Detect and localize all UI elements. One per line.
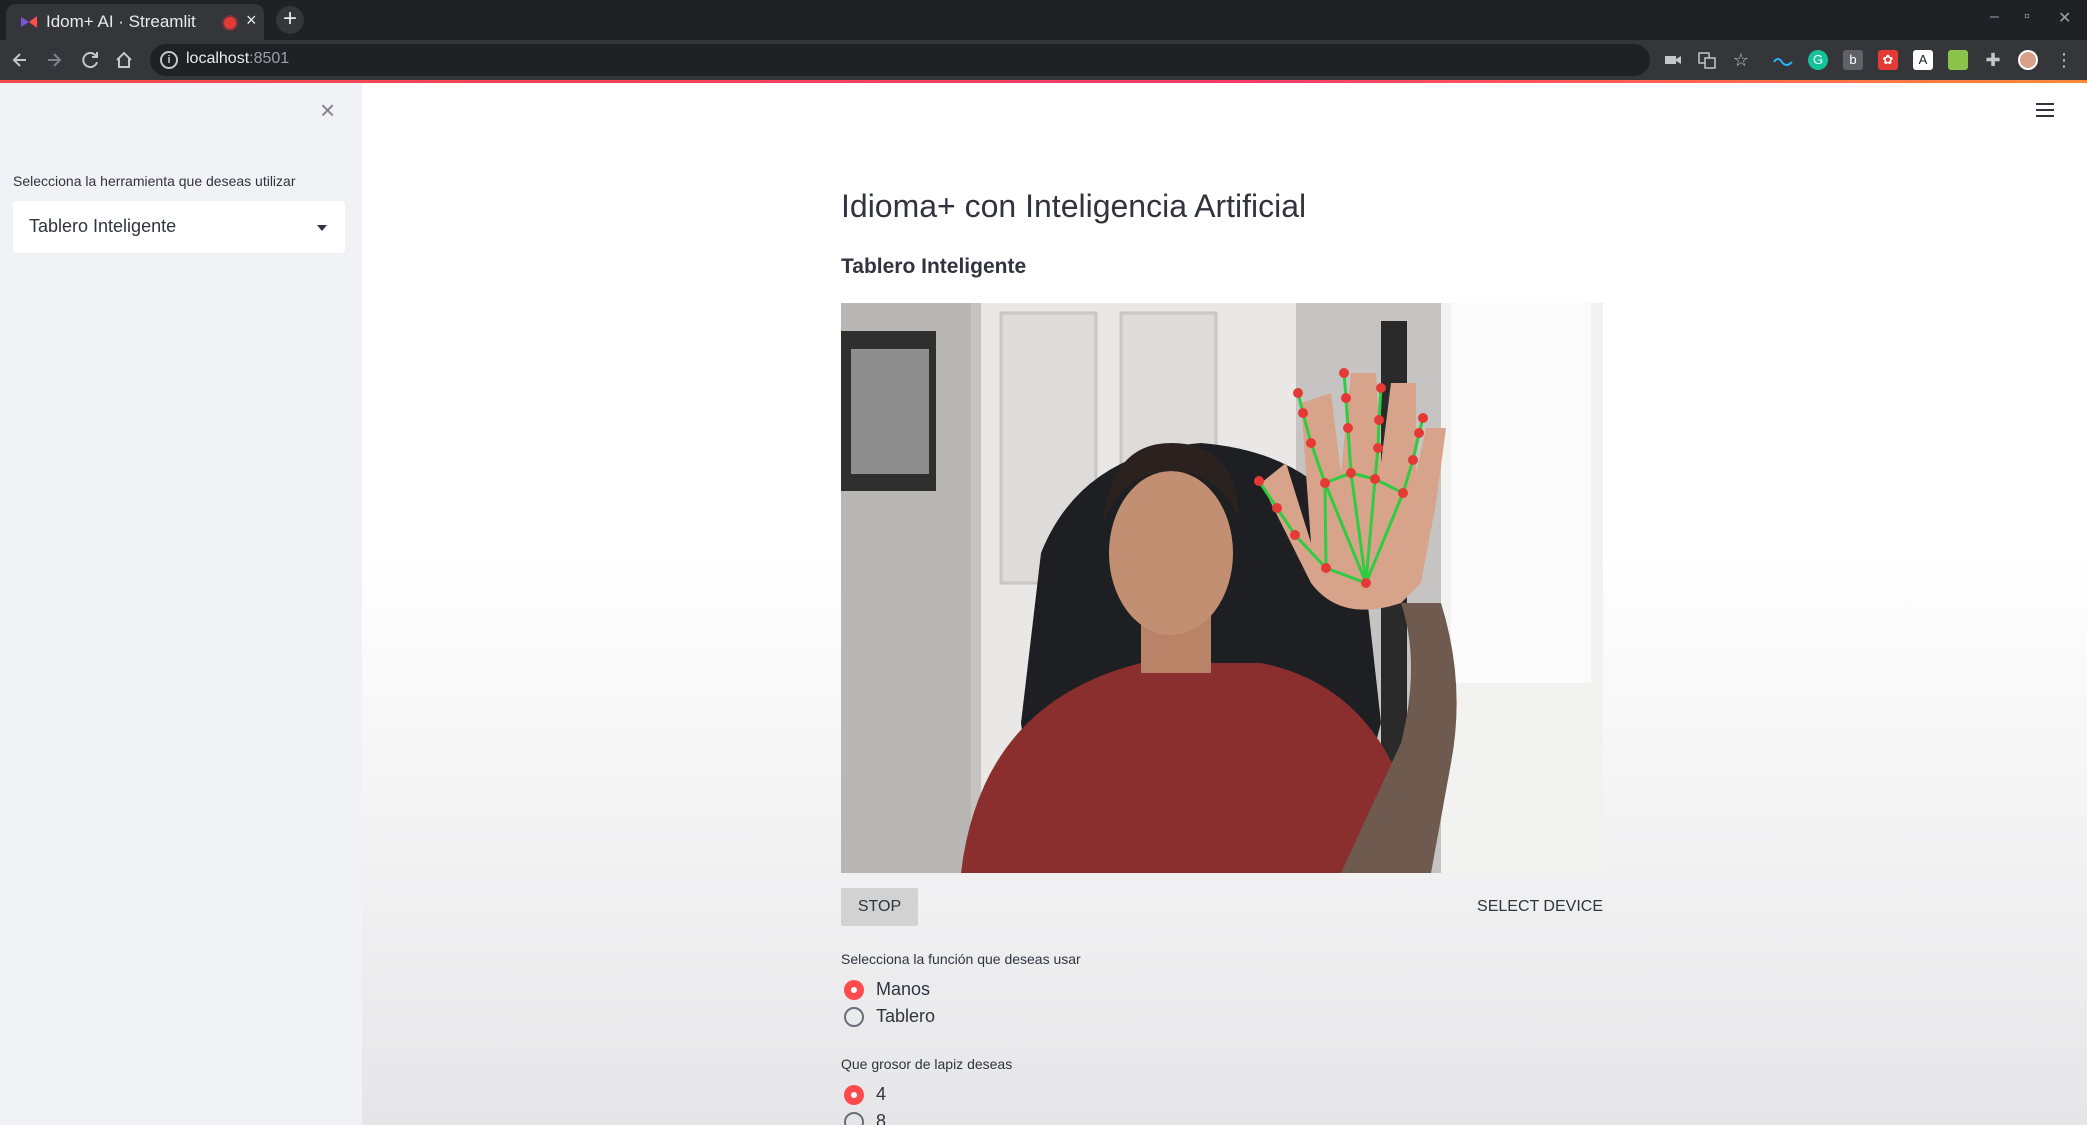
- radio-unselected-icon: [844, 1007, 864, 1027]
- menu-dots-icon[interactable]: ⋮: [2054, 50, 2074, 70]
- page-subheader: Tablero Inteligente: [841, 255, 1027, 278]
- hamburger-menu-icon[interactable]: [2036, 103, 2054, 119]
- radio-option-label: 8: [876, 1111, 887, 1125]
- tool-select-label: Selecciona la herramienta que deseas uti…: [13, 173, 296, 189]
- webcam-frame: [841, 303, 1603, 873]
- profile-avatar[interactable]: [2018, 50, 2038, 70]
- page-title: Idioma+ con Inteligencia Artificial: [841, 188, 1307, 224]
- radio-option-label: 4: [876, 1084, 887, 1104]
- site-info-icon[interactable]: i: [160, 51, 178, 69]
- tab-close-icon[interactable]: ×: [246, 10, 257, 31]
- main-content: Idioma+ con Inteligencia Artificial Tabl…: [362, 83, 2087, 1125]
- extension-red-icon[interactable]: ✿: [1878, 50, 1898, 70]
- radio-selected-icon: [844, 1085, 864, 1105]
- restore-window-button[interactable]: ▫: [2024, 8, 2030, 26]
- webcam-video-feed: [841, 303, 1603, 873]
- home-icon[interactable]: [110, 46, 138, 74]
- radio-selected-icon: [844, 980, 864, 1000]
- minimize-window-button[interactable]: –: [1990, 8, 1999, 26]
- tool-selectbox-value: Tablero Inteligente: [29, 216, 177, 236]
- radio-option-label: Manos: [876, 979, 931, 999]
- tool-selectbox[interactable]: Tablero Inteligente: [13, 201, 345, 253]
- camera-icon[interactable]: [1663, 50, 1683, 70]
- close-window-button[interactable]: ✕: [2058, 8, 2071, 28]
- sidebar: × Selecciona la herramienta que deseas u…: [0, 83, 362, 1125]
- chevron-down-icon: [317, 225, 327, 231]
- back-icon[interactable]: [6, 46, 34, 74]
- browser-tab[interactable]: Idom+ AI · Streamlit ×: [6, 4, 264, 40]
- grammarly-icon[interactable]: G: [1808, 50, 1828, 70]
- thickness-radio-label: Que grosor de lapiz deseas: [841, 1056, 1013, 1072]
- sidebar-close-icon[interactable]: ×: [320, 95, 335, 126]
- star-icon[interactable]: ☆: [1731, 50, 1751, 70]
- browser-toolbar: i localhost:8501 ☆ G b ✿ A ✚ ⋮: [0, 40, 2087, 80]
- radio-option-label: Tablero: [876, 1006, 936, 1026]
- extension-a-icon[interactable]: A: [1913, 50, 1933, 70]
- extension-icon[interactable]: b: [1843, 50, 1863, 70]
- translate-icon[interactable]: [1697, 50, 1717, 70]
- new-tab-button[interactable]: +: [276, 6, 304, 34]
- reload-icon[interactable]: [76, 46, 104, 74]
- function-radio-label: Selecciona la función que deseas usar: [841, 951, 1081, 967]
- select-device-button[interactable]: SELECT DEVICE: [1472, 898, 1603, 916]
- browser-tab-bar: Idom+ AI · Streamlit × + – ▫ ✕: [0, 0, 2087, 40]
- recording-indicator-icon: [224, 17, 236, 29]
- extension-green-icon[interactable]: [1948, 50, 1968, 70]
- stop-button[interactable]: STOP: [841, 888, 918, 926]
- streamlit-favicon-icon: [21, 16, 37, 28]
- address-bar[interactable]: i localhost:8501: [150, 44, 1650, 76]
- forward-icon[interactable]: [40, 46, 68, 74]
- radio-unselected-icon: [844, 1112, 864, 1125]
- url-text: localhost:8501: [186, 50, 290, 67]
- tab-title: Idom+ AI · Streamlit: [46, 12, 196, 31]
- wave-extension-icon[interactable]: [1773, 50, 1793, 70]
- puzzle-icon[interactable]: ✚: [1983, 50, 2003, 70]
